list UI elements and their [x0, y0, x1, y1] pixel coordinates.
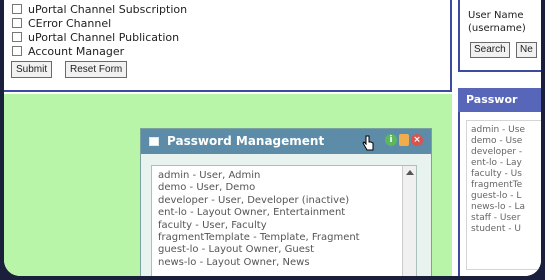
list-item[interactable]: ent-lo - Lay: [471, 158, 541, 169]
list-item[interactable]: fragmentTemplate - Template, Fragment: [158, 232, 404, 244]
user-listbox[interactable]: admin - User, Admin demo - User, Demo de…: [151, 165, 417, 276]
info-icon[interactable]: i: [385, 134, 397, 146]
list-item[interactable]: news-lo - La: [471, 202, 541, 213]
option-label: uPortal Channel Publication: [28, 30, 180, 44]
option-label: uPortal Channel Subscription: [28, 2, 188, 16]
list-item[interactable]: demo - User, Demo: [158, 182, 404, 194]
list-item[interactable]: developer - User, Developer (inactive): [158, 195, 404, 207]
user-search-panel: User Name (username) Search Ne: [458, 0, 541, 72]
next-button[interactable]: Ne: [516, 42, 537, 58]
username-hint: (username): [468, 23, 526, 34]
list-item[interactable]: admin - User, Admin: [158, 170, 404, 182]
channel-option-publication[interactable]: uPortal Channel Publication: [12, 30, 180, 44]
channel-option-subscription[interactable]: uPortal Channel Subscription: [12, 2, 188, 16]
portal-page: uPortal Channel Subscription CError Chan…: [4, 0, 541, 276]
list-item[interactable]: guest-lo - Layout Owner, Guest: [158, 244, 404, 256]
list-item[interactable]: student - U: [471, 224, 541, 235]
password-management-portlet[interactable]: Password Management i × admin - User, Ad…: [140, 128, 432, 276]
checkbox[interactable]: [12, 4, 22, 14]
channel-form-panel: uPortal Channel Subscription CError Chan…: [4, 0, 452, 92]
search-button[interactable]: Search: [470, 42, 510, 58]
portlet-body: admin - User, Admin demo - User, Demo de…: [141, 154, 431, 276]
scroll-up-arrow-icon[interactable]: [406, 170, 414, 175]
password-panel-body: admin - Use demo - Use developer - ent-l…: [458, 112, 541, 276]
portlet-controls: i ×: [385, 134, 423, 146]
right-column: User Name (username) Search Ne Passwor a…: [458, 0, 541, 276]
checkbox[interactable]: [12, 46, 22, 56]
list-item[interactable]: staff - User: [471, 213, 541, 224]
list-item[interactable]: news-lo - Layout Owner, News: [158, 257, 404, 269]
list-item[interactable]: developer -: [471, 147, 541, 158]
close-icon[interactable]: ×: [411, 134, 423, 146]
portlet-header[interactable]: Password Management i ×: [141, 129, 431, 154]
list-item[interactable]: faculty - User, Faculty: [158, 220, 404, 232]
hand-cursor-icon: [362, 135, 374, 151]
channel-option-error[interactable]: CError Channel: [12, 16, 112, 30]
password-panel-header[interactable]: Passwor: [458, 88, 541, 112]
right-user-list[interactable]: admin - Use demo - Use developer - ent-l…: [466, 120, 541, 270]
user-name-label: User Name: [468, 10, 524, 21]
list-item[interactable]: admin - Use: [471, 125, 541, 136]
list-item[interactable]: faculty - Us: [471, 169, 541, 180]
list-item[interactable]: demo - Use: [471, 136, 541, 147]
reset-form-button[interactable]: Reset Form: [65, 61, 128, 78]
list-item[interactable]: guest-lo - L: [471, 191, 541, 202]
scrollbar[interactable]: [402, 166, 416, 276]
channel-option-account-manager[interactable]: Account Manager: [12, 44, 125, 58]
list-item[interactable]: fragmentTe: [471, 180, 541, 191]
option-label: Account Manager: [28, 44, 125, 58]
screenshot-frame: uPortal Channel Subscription CError Chan…: [0, 0, 545, 280]
checkbox[interactable]: [12, 32, 22, 42]
user-list-items: admin - User, Admin demo - User, Demo de…: [158, 170, 404, 269]
window-icon: [149, 137, 159, 146]
edit-icon[interactable]: [399, 134, 409, 146]
portlet-title: Password Management: [167, 134, 325, 148]
submit-button[interactable]: Submit: [11, 61, 53, 78]
checkbox[interactable]: [12, 18, 22, 28]
list-item[interactable]: ent-lo - Layout Owner, Entertainment: [158, 207, 404, 219]
option-label: CError Channel: [28, 16, 112, 30]
